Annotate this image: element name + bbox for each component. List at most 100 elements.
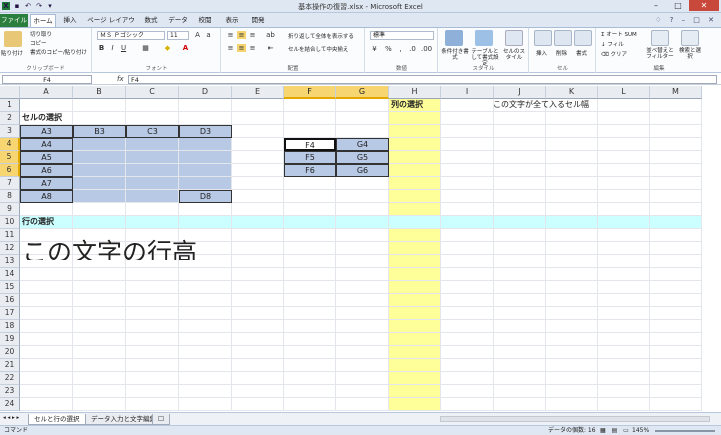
column-header[interactable]: E xyxy=(232,86,284,99)
cell-h7[interactable] xyxy=(389,177,441,190)
clear-button[interactable]: ⌫ クリア xyxy=(601,50,627,58)
insert-cells-button[interactable]: 挿入 xyxy=(536,49,547,57)
cell-a17[interactable] xyxy=(20,307,73,320)
cell-i7[interactable] xyxy=(441,177,494,190)
cell-f5[interactable]: F5 xyxy=(284,151,336,164)
cell-m15[interactable] xyxy=(650,281,702,294)
cell-i15[interactable] xyxy=(441,281,494,294)
cell-c24[interactable] xyxy=(126,398,179,411)
cell-c19[interactable] xyxy=(126,333,179,346)
cell-d20[interactable] xyxy=(179,346,232,359)
cell-a20[interactable] xyxy=(20,346,73,359)
cell-j9[interactable] xyxy=(494,203,546,216)
align-left-icon[interactable]: ≡ xyxy=(226,44,235,52)
cell-j17[interactable] xyxy=(494,307,546,320)
delete-cells-icon[interactable] xyxy=(554,30,572,46)
cell-b10[interactable] xyxy=(73,216,126,229)
format-painter-button[interactable]: 書式のコピー/貼り付け xyxy=(30,48,87,56)
cell-f12[interactable] xyxy=(284,242,336,255)
tab-developer[interactable]: 開発 xyxy=(247,14,269,27)
column-header[interactable]: D xyxy=(179,86,232,99)
cell-l21[interactable] xyxy=(598,359,650,372)
row-header[interactable]: 4 xyxy=(0,138,20,151)
conditional-format-icon[interactable] xyxy=(445,30,463,46)
row-header[interactable]: 14 xyxy=(0,268,20,281)
cell-l19[interactable] xyxy=(598,333,650,346)
cell-m10[interactable] xyxy=(650,216,702,229)
column-header[interactable]: K xyxy=(546,86,598,99)
cell-j12[interactable] xyxy=(494,242,546,255)
cell-c15[interactable] xyxy=(126,281,179,294)
cell-h23[interactable] xyxy=(389,385,441,398)
row-header[interactable]: 24 xyxy=(0,398,20,411)
cell-c14[interactable] xyxy=(126,268,179,281)
cell-d6[interactable] xyxy=(179,164,232,177)
cell-d19[interactable] xyxy=(179,333,232,346)
bold-icon[interactable]: B xyxy=(97,44,106,52)
cell-a5[interactable]: A5 xyxy=(20,151,73,164)
cell-k21[interactable] xyxy=(546,359,598,372)
cell-k14[interactable] xyxy=(546,268,598,281)
cell-e19[interactable] xyxy=(232,333,284,346)
cell-b4[interactable] xyxy=(73,138,126,151)
cell-d3[interactable]: D3 xyxy=(179,125,232,138)
cell-b5[interactable] xyxy=(73,151,126,164)
cell-i1[interactable] xyxy=(441,99,494,112)
sort-filter-button[interactable]: 並べ替えとフィルター xyxy=(645,48,675,60)
cell-e23[interactable] xyxy=(232,385,284,398)
column-header[interactable]: C xyxy=(126,86,179,99)
cell-d17[interactable] xyxy=(179,307,232,320)
cell-d9[interactable] xyxy=(179,203,232,216)
cell-e3[interactable] xyxy=(232,125,284,138)
cell-d24[interactable] xyxy=(179,398,232,411)
cell-b16[interactable] xyxy=(73,294,126,307)
row-header[interactable]: 7 xyxy=(0,177,20,190)
cut-button[interactable]: 切り取り xyxy=(30,30,52,38)
cell-c18[interactable] xyxy=(126,320,179,333)
cell-j22[interactable] xyxy=(494,372,546,385)
cell-a14[interactable] xyxy=(20,268,73,281)
cell-g9[interactable] xyxy=(336,203,389,216)
cell-l23[interactable] xyxy=(598,385,650,398)
cell-g10[interactable] xyxy=(336,216,389,229)
cell-h20[interactable] xyxy=(389,346,441,359)
cell-m9[interactable] xyxy=(650,203,702,216)
cell-a23[interactable] xyxy=(20,385,73,398)
minimize-icon[interactable]: – xyxy=(645,0,667,11)
grow-font-icon[interactable]: A xyxy=(193,31,202,39)
delete-cells-button[interactable]: 削除 xyxy=(556,49,567,57)
copy-button[interactable]: コピー xyxy=(30,39,47,47)
cell-k24[interactable] xyxy=(546,398,598,411)
view-buttons[interactable]: ▦ ▤ ▭ xyxy=(600,426,631,435)
cell-m3[interactable] xyxy=(650,125,702,138)
cell-l8[interactable] xyxy=(598,190,650,203)
cell-g7[interactable] xyxy=(336,177,389,190)
close-icon[interactable]: ✕ xyxy=(689,0,719,11)
format-cells-icon[interactable] xyxy=(574,30,592,46)
cell-j3[interactable] xyxy=(494,125,546,138)
cell-l2[interactable] xyxy=(598,112,650,125)
cell-l1[interactable] xyxy=(598,99,650,112)
cell-m24[interactable] xyxy=(650,398,702,411)
align-top-icon[interactable]: ≡ xyxy=(226,31,235,39)
indent-icon[interactable]: ⇤ xyxy=(266,44,275,52)
cell-m16[interactable] xyxy=(650,294,702,307)
cell-e6[interactable] xyxy=(232,164,284,177)
cell-c16[interactable] xyxy=(126,294,179,307)
cell-k2[interactable] xyxy=(546,112,598,125)
cell-k20[interactable] xyxy=(546,346,598,359)
comma-icon[interactable]: , xyxy=(396,45,405,53)
format-cells-button[interactable]: 書式 xyxy=(576,49,587,57)
row-header[interactable]: 21 xyxy=(0,359,20,372)
cell-h5[interactable] xyxy=(389,151,441,164)
cell-m8[interactable] xyxy=(650,190,702,203)
number-format-select[interactable]: 標準 xyxy=(370,31,434,40)
cell-i3[interactable] xyxy=(441,125,494,138)
cell-h8[interactable] xyxy=(389,190,441,203)
cell-h14[interactable] xyxy=(389,268,441,281)
column-header[interactable]: J xyxy=(494,86,546,99)
cell-k19[interactable] xyxy=(546,333,598,346)
tab-formulas[interactable]: 数式 xyxy=(141,14,161,27)
borders-icon[interactable]: ▦ xyxy=(141,44,150,52)
cell-styles-icon[interactable] xyxy=(505,30,523,46)
